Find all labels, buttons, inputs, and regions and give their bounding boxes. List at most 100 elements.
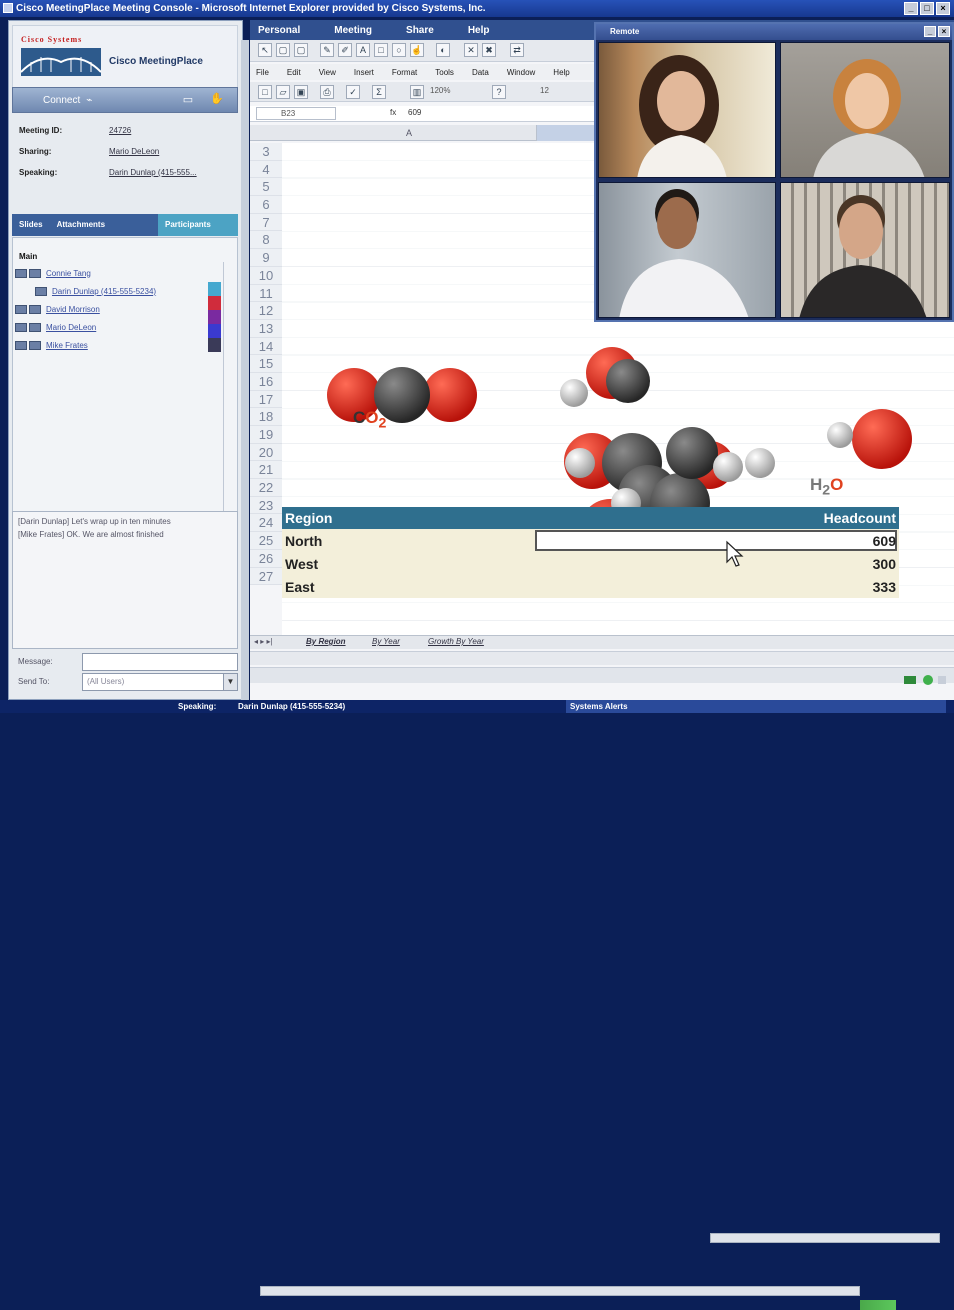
- row-header[interactable]: 3: [250, 143, 282, 161]
- row-header[interactable]: 15: [250, 355, 282, 373]
- list-item[interactable]: Darin Dunlap (415-555-5234): [35, 284, 156, 298]
- list-item[interactable]: Connie Tang: [15, 266, 91, 280]
- headcount-cell[interactable]: 609: [873, 533, 896, 549]
- menu-share[interactable]: Share: [398, 25, 460, 36]
- row-header[interactable]: 24: [250, 514, 282, 533]
- save-icon[interactable]: ▣: [294, 85, 308, 99]
- region-cell[interactable]: West: [285, 556, 318, 572]
- selected-cell[interactable]: [535, 530, 897, 551]
- row-header[interactable]: 27: [250, 567, 282, 586]
- open-folder-icon[interactable]: ▱: [276, 85, 290, 99]
- row-header[interactable]: 19: [250, 426, 282, 444]
- participant-scrollbar[interactable]: [223, 262, 235, 520]
- participant-name[interactable]: Connie Tang: [46, 269, 91, 278]
- pointer-tool-icon[interactable]: ☝: [410, 43, 424, 57]
- row-header[interactable]: 17: [250, 390, 282, 409]
- sharing-value[interactable]: Mario DeLeon: [109, 147, 159, 156]
- menu-view[interactable]: View: [319, 68, 336, 77]
- raise-hand-icon[interactable]: ✋: [209, 92, 225, 108]
- page-tool-icon[interactable]: ▢: [294, 43, 308, 57]
- row-header[interactable]: 22: [250, 479, 282, 497]
- minimize-button[interactable]: _: [904, 2, 918, 15]
- row-header[interactable]: 23: [250, 496, 282, 515]
- column-header-b[interactable]: [537, 125, 597, 141]
- row-header[interactable]: 4: [250, 160, 282, 179]
- video-feed-2[interactable]: [780, 42, 950, 178]
- color-picker-icon[interactable]: ◐: [436, 43, 450, 57]
- ellipse-tool-icon[interactable]: ○: [392, 43, 406, 57]
- pen-tool-icon[interactable]: ✎: [320, 43, 334, 57]
- autosum-icon[interactable]: Σ: [372, 85, 386, 99]
- maximize-button[interactable]: □: [920, 2, 934, 15]
- menu-window[interactable]: Window: [507, 68, 535, 77]
- sheet-tab-by-region[interactable]: By Region: [306, 637, 346, 646]
- participant-name[interactable]: Mike Frates: [46, 341, 88, 350]
- table-row[interactable]: West 300: [282, 552, 899, 575]
- region-cell[interactable]: North: [285, 533, 322, 549]
- menu-personal[interactable]: Personal: [250, 25, 326, 36]
- table-row[interactable]: East 333: [282, 575, 899, 598]
- row-header[interactable]: 18: [250, 408, 282, 426]
- row-header[interactable]: 5: [250, 178, 282, 197]
- row-header[interactable]: 9: [250, 249, 282, 267]
- list-item[interactable]: Mario DeLeon: [15, 320, 96, 334]
- erase-icon[interactable]: ✕: [464, 43, 478, 57]
- close-button[interactable]: ×: [936, 2, 950, 15]
- zoom-value[interactable]: 120%: [430, 86, 450, 95]
- speaking-value[interactable]: Darin Dunlap (415-555...: [109, 168, 197, 177]
- row-header[interactable]: 6: [250, 196, 282, 214]
- row-header[interactable]: 25: [250, 532, 282, 550]
- participant-name[interactable]: Darin Dunlap (415-555-5234): [52, 287, 156, 296]
- menu-data[interactable]: Data: [472, 68, 489, 77]
- message-input[interactable]: [82, 653, 238, 671]
- row-header[interactable]: 21: [250, 461, 282, 480]
- remote-video-window[interactable]: Remote _ ×: [594, 22, 954, 322]
- menu-insert[interactable]: Insert: [354, 68, 374, 77]
- select-tool-icon[interactable]: ↖: [258, 43, 272, 57]
- header-region[interactable]: Region: [285, 510, 332, 526]
- tab-attachments[interactable]: Attachments: [50, 214, 112, 236]
- row-header[interactable]: 11: [250, 284, 282, 303]
- shared-view-scrollbar[interactable]: [260, 1286, 860, 1296]
- print-preview-icon[interactable]: ⎙: [320, 85, 334, 99]
- header-headcount[interactable]: Headcount: [824, 510, 896, 526]
- camera-icon[interactable]: ▭: [179, 93, 197, 107]
- tab-slides[interactable]: Slides: [12, 214, 50, 236]
- text-tool-icon[interactable]: A: [356, 43, 370, 57]
- horizontal-scrollbar[interactable]: [710, 1233, 940, 1243]
- page-tool-icon[interactable]: ▢: [276, 43, 290, 57]
- tab-participants[interactable]: Participants: [158, 214, 238, 236]
- menu-tools[interactable]: Tools: [435, 68, 454, 77]
- video-feed-3[interactable]: [598, 182, 776, 318]
- list-item[interactable]: Mike Frates: [15, 338, 88, 352]
- rectangle-tool-icon[interactable]: □: [374, 43, 388, 57]
- system-alerts[interactable]: Systems Alerts: [566, 700, 946, 713]
- spellcheck-icon[interactable]: ✓: [346, 85, 360, 99]
- chevron-down-icon[interactable]: ▼: [223, 674, 237, 690]
- remote-titlebar[interactable]: Remote _ ×: [596, 24, 952, 40]
- region-cell[interactable]: East: [285, 579, 315, 595]
- highlighter-icon[interactable]: ✐: [338, 43, 352, 57]
- connect-button[interactable]: Connect ⌁: [43, 95, 92, 106]
- row-header[interactable]: 14: [250, 337, 282, 356]
- remote-minimize-button[interactable]: _: [924, 26, 936, 37]
- sheet-nav-arrows-icon[interactable]: ◂ ▸ ▸|: [254, 637, 273, 646]
- formula-value[interactable]: 609: [408, 108, 421, 117]
- name-box[interactable]: B23: [256, 107, 336, 120]
- system-tray-icons[interactable]: [900, 672, 950, 688]
- row-header[interactable]: 7: [250, 213, 282, 232]
- row-header[interactable]: 8: [250, 231, 282, 250]
- table-row[interactable]: North 609: [282, 529, 899, 552]
- menu-file[interactable]: File: [256, 68, 269, 77]
- row-header[interactable]: 20: [250, 443, 282, 462]
- menu-format[interactable]: Format: [392, 68, 417, 77]
- headcount-cell[interactable]: 333: [873, 579, 896, 595]
- sendto-select[interactable]: (All Users) ▼: [82, 673, 238, 691]
- video-feed-1[interactable]: [598, 42, 776, 178]
- remote-close-button[interactable]: ×: [938, 26, 950, 37]
- menu-meeting[interactable]: Meeting: [326, 25, 398, 36]
- clear-icon[interactable]: ✖: [482, 43, 496, 57]
- row-header[interactable]: 12: [250, 302, 282, 320]
- menu-help[interactable]: Help: [553, 68, 569, 77]
- sheet-tab-by-year[interactable]: By Year: [372, 637, 400, 646]
